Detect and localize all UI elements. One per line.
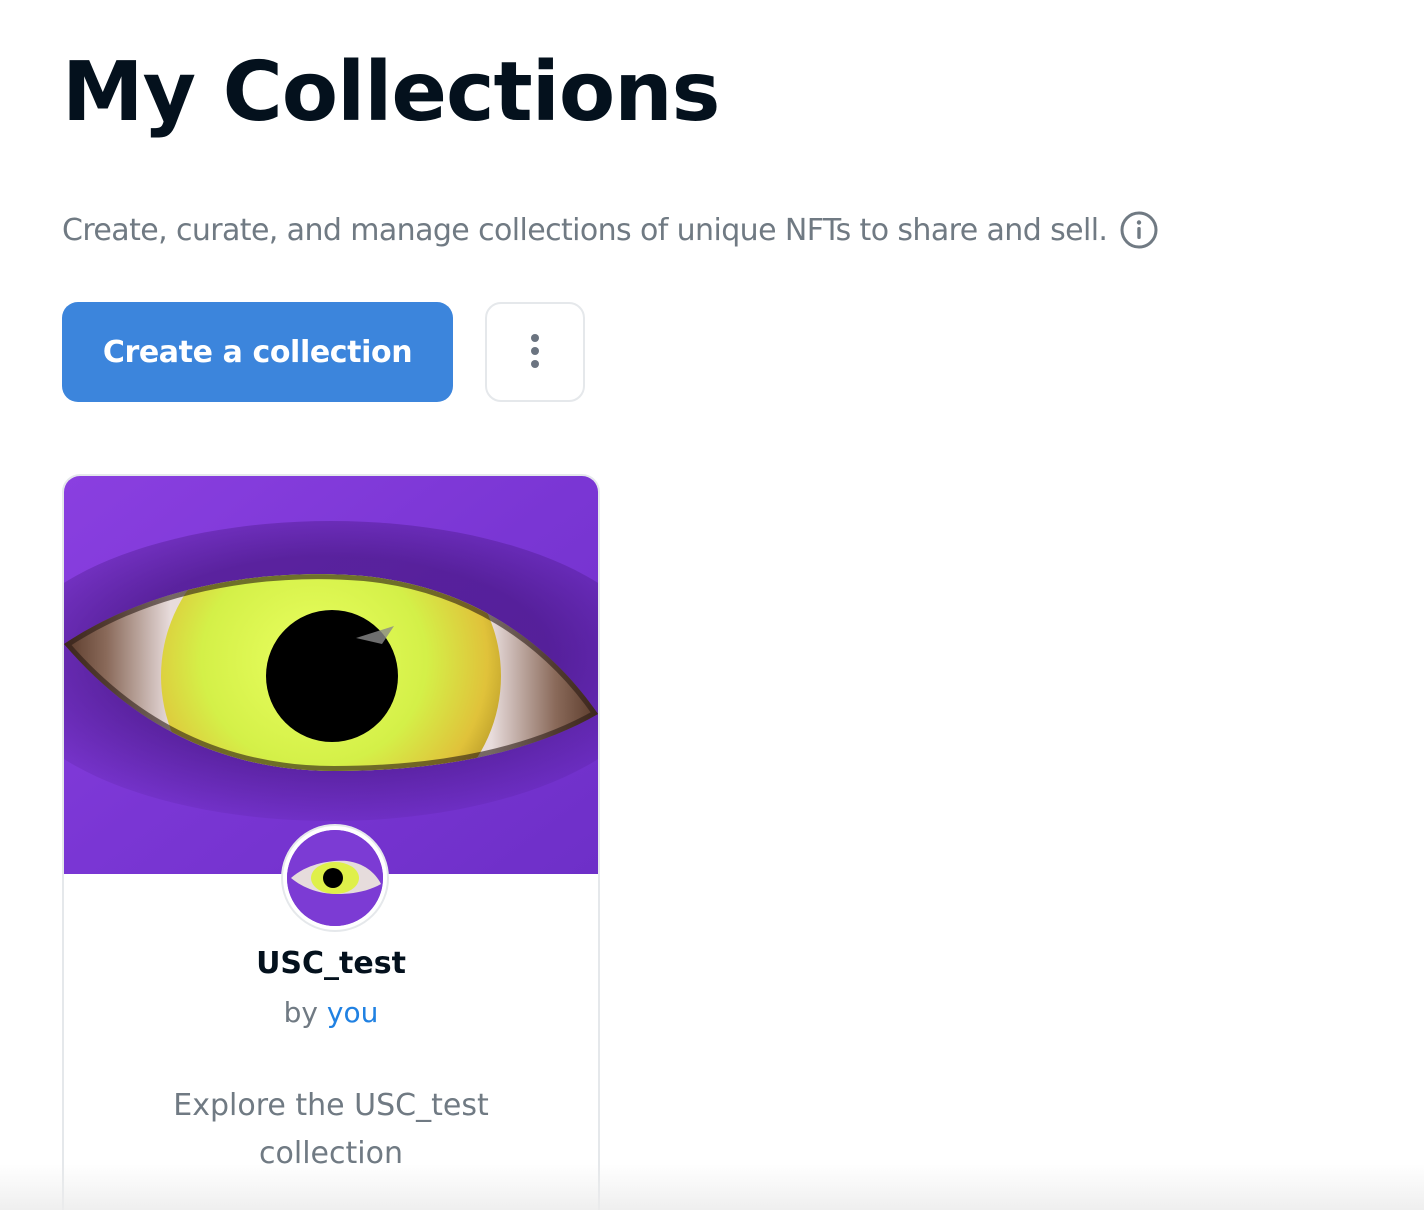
page-title: My Collections xyxy=(62,45,720,140)
subtitle-row: Create, curate, and manage collections o… xyxy=(62,206,1159,254)
collection-description: Explore the USC_test collection xyxy=(173,1088,489,1171)
creator-link[interactable]: you xyxy=(327,996,378,1029)
my-collections-page: My Collections Create, curate, and manag… xyxy=(0,0,1424,1210)
vertical-dots-icon xyxy=(529,333,541,372)
info-icon[interactable] xyxy=(1119,210,1159,250)
collection-name[interactable]: USC_test xyxy=(64,946,598,981)
more-options-button[interactable] xyxy=(485,302,585,402)
collection-banner-image xyxy=(64,476,598,874)
by-prefix: by xyxy=(283,996,318,1029)
collection-card[interactable]: USC_test by you Explore the USC_test col… xyxy=(62,474,600,1210)
collection-creator-line: by you xyxy=(64,996,598,1029)
page-subtitle: Create, curate, and manage collections o… xyxy=(62,212,1108,248)
create-collection-button[interactable]: Create a collection xyxy=(62,302,453,402)
collection-avatar xyxy=(283,826,387,930)
